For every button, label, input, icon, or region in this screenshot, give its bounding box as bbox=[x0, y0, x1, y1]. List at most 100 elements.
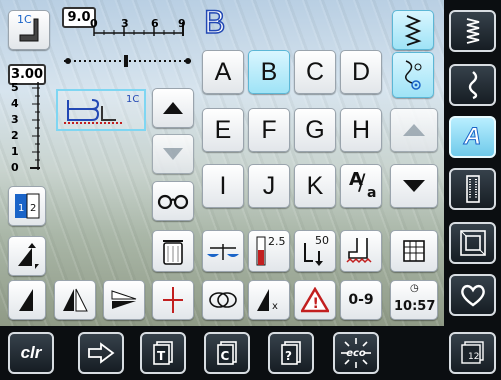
letter-h-label: H bbox=[351, 115, 371, 144]
mirror-up-down-button[interactable] bbox=[8, 280, 46, 320]
letter-k-label: K bbox=[306, 171, 324, 200]
grid-icon bbox=[403, 240, 425, 262]
letter-g-label: G bbox=[305, 115, 325, 144]
quilt-stitches-button[interactable] bbox=[449, 222, 496, 264]
preview-foot-number: 1C bbox=[126, 94, 140, 105]
presser-foot-number: 1C bbox=[17, 13, 32, 26]
main-screen: 1C 9.0 0 3 6 9 3.00 5 4 3 2 1 0 1C B A B… bbox=[0, 0, 444, 326]
decorative-stitches-button[interactable] bbox=[449, 64, 496, 106]
arrow-down-icon bbox=[403, 180, 425, 192]
alphabet-a-icon: A bbox=[463, 123, 482, 151]
glasses-view-button[interactable] bbox=[152, 181, 194, 221]
stitch-preview: 1C bbox=[56, 89, 146, 131]
clear-button[interactable]: clr bbox=[8, 332, 54, 374]
needle-position-slider[interactable] bbox=[62, 54, 194, 68]
numbers-button[interactable]: 0-9 bbox=[340, 280, 382, 320]
security-program-button[interactable]: ! bbox=[294, 280, 336, 320]
balance-button[interactable] bbox=[202, 230, 244, 272]
selected-letter-display: B bbox=[203, 4, 226, 40]
buttonhole-icon bbox=[465, 175, 480, 203]
letter-g-button[interactable]: G bbox=[294, 108, 336, 152]
mirror-top-bottom-button[interactable] bbox=[103, 280, 145, 320]
glasses-icon bbox=[157, 194, 189, 209]
warning-icon: ! bbox=[301, 287, 329, 313]
mirror-horizontal-icon bbox=[111, 290, 137, 309]
pattern-end-button[interactable] bbox=[202, 280, 244, 320]
slash-glyph: / bbox=[358, 171, 366, 196]
letter-i-button[interactable]: I bbox=[202, 164, 244, 208]
triangle-multiply-icon: x bbox=[257, 289, 278, 312]
decorative-stitch-button[interactable] bbox=[392, 52, 434, 98]
needle-position-toggle-button[interactable]: 12 bbox=[8, 186, 46, 226]
letter-f-label: F bbox=[261, 115, 277, 144]
presser-foot-indicator[interactable]: 1C bbox=[8, 10, 50, 50]
creative-consultant-button[interactable]: C bbox=[204, 332, 250, 374]
svg-text:2: 2 bbox=[30, 203, 36, 214]
stitch-width-tick-6: 6 bbox=[151, 17, 159, 30]
clock-button[interactable]: ◷ 10:57 bbox=[390, 280, 438, 320]
letter-j-button[interactable]: J bbox=[248, 164, 290, 208]
svg-text:T: T bbox=[157, 349, 166, 363]
feed-dog-button[interactable] bbox=[340, 230, 382, 272]
clock-time: 10:57 bbox=[394, 299, 436, 314]
numbers-label: 0-9 bbox=[348, 292, 374, 308]
arrow-down-icon bbox=[163, 148, 183, 160]
letter-j-label: J bbox=[262, 171, 276, 200]
stitch-width-tick-9: 9 bbox=[178, 17, 186, 30]
letter-scroll-up-button[interactable] bbox=[390, 108, 438, 152]
upper-thread-tension-button[interactable]: 2.5 bbox=[248, 230, 290, 272]
mirror-left-right-button[interactable] bbox=[54, 280, 96, 320]
presser-foot-down-icon bbox=[304, 243, 323, 266]
letter-d-button[interactable]: D bbox=[340, 50, 382, 94]
help-button[interactable]: ? bbox=[268, 332, 314, 374]
presser-foot-pressure-button[interactable]: 50 bbox=[294, 230, 336, 272]
next-arrow-button[interactable] bbox=[78, 332, 124, 374]
delete-bin-button[interactable] bbox=[152, 230, 194, 272]
pattern-repeat-button[interactable] bbox=[152, 280, 194, 320]
letter-b-preview-icon bbox=[64, 99, 124, 124]
stitch-preview-scroll-up-button[interactable] bbox=[152, 88, 194, 128]
clock-icon: ◷ bbox=[410, 283, 419, 294]
letter-a-button[interactable]: A bbox=[202, 50, 244, 94]
right-category-bar: A 12 bbox=[444, 0, 501, 380]
mirror-vertical-icon bbox=[63, 288, 88, 312]
uppercase-lowercase-button[interactable]: A / a bbox=[340, 164, 382, 208]
zigzag-stitch-button[interactable] bbox=[392, 10, 434, 50]
letter-f-button[interactable]: F bbox=[248, 108, 290, 152]
stitch-preview-scroll-down-button[interactable] bbox=[152, 134, 194, 174]
stitch-length-ruler bbox=[30, 82, 40, 170]
letter-c-button[interactable]: C bbox=[294, 50, 336, 94]
thermometer-icon bbox=[256, 236, 266, 266]
letter-e-button[interactable]: E bbox=[202, 108, 244, 152]
book-t-icon: T bbox=[153, 341, 173, 365]
stitch-length-tick-5: 5 bbox=[11, 81, 19, 94]
letter-k-button[interactable]: K bbox=[294, 164, 336, 208]
personal-memory-button[interactable] bbox=[449, 274, 496, 316]
quilt-icon bbox=[459, 230, 486, 256]
practical-stitch-icon bbox=[466, 18, 479, 44]
buttonholes-button[interactable] bbox=[449, 168, 496, 210]
knot-icon bbox=[209, 292, 237, 308]
pattern-begin-button[interactable] bbox=[8, 236, 46, 276]
practical-stitches-button[interactable] bbox=[449, 10, 496, 52]
stitch-length-tick-0: 0 bbox=[11, 161, 19, 174]
tutorial-button[interactable]: T bbox=[140, 332, 186, 374]
letter-b-button[interactable]: B bbox=[248, 50, 290, 94]
eco-button[interactable]: eco bbox=[333, 332, 379, 374]
arrow-right-icon bbox=[88, 342, 115, 364]
stitch-length-tick-4: 4 bbox=[11, 97, 19, 110]
letter-e-label: E bbox=[214, 115, 232, 144]
svg-text:x: x bbox=[272, 301, 278, 312]
personal-program-button[interactable]: 12 bbox=[449, 332, 496, 374]
letter-a-label: A bbox=[214, 57, 232, 86]
letter-scroll-down-button[interactable] bbox=[390, 164, 438, 208]
long-stitch-button[interactable]: x bbox=[248, 280, 290, 320]
alphabets-button[interactable]: A bbox=[449, 116, 496, 158]
lowercase-label: a bbox=[367, 185, 377, 201]
letter-h-button[interactable]: H bbox=[340, 108, 382, 152]
book-help-icon: ? bbox=[281, 341, 301, 365]
eco-label: eco bbox=[346, 347, 366, 359]
letter-c-label: C bbox=[305, 57, 325, 86]
multi-grid-button[interactable] bbox=[390, 230, 438, 272]
zigzag-icon bbox=[404, 15, 422, 46]
